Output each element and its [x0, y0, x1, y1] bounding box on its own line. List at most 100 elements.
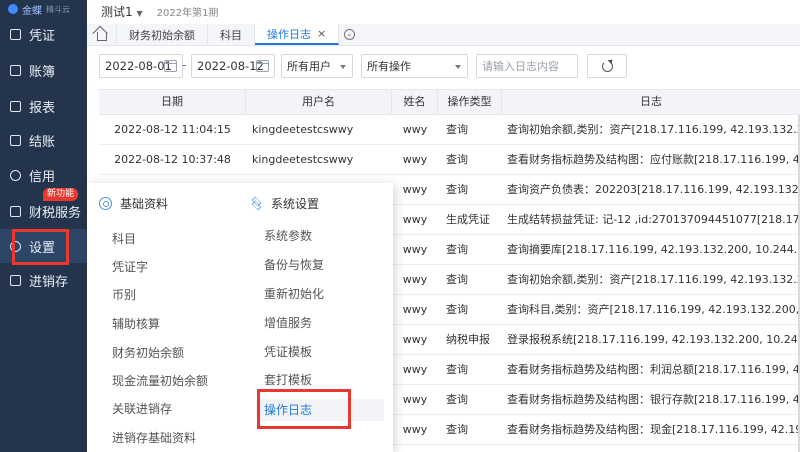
table-cell-name: wwy: [402, 363, 428, 376]
table-row[interactable]: 2022-08-12 11:04:15 kingdeetestcswwy wwy 查询…: [99, 115, 800, 145]
table-cell-name: wwy: [402, 243, 428, 256]
menu-section-title: 系统设置: [271, 196, 320, 211]
calendar-icon[interactable]: [256, 60, 269, 72]
column-header-op-type[interactable]: 操作类型: [438, 90, 502, 116]
table-cell-type: 查询: [446, 303, 468, 316]
sidebar-item-closing[interactable]: 结账: [0, 123, 87, 157]
menu-item-basic-6[interactable]: 关联进销存: [112, 398, 172, 420]
table-cell-log: 查询摘要库[218.17.116.199, 42.193.132.200, 10…: [507, 243, 800, 256]
tab-more-button[interactable]: ⌄: [339, 24, 359, 45]
tab-accounts[interactable]: 科目: [208, 24, 255, 45]
table-cell-name: wwy: [402, 273, 428, 286]
settings-ring-icon: [99, 196, 112, 210]
table-row[interactable]: 2022-08-12 10:37:48 kingdeetestcswwy wwy 查询…: [99, 145, 800, 175]
table-cell-type: 查询: [446, 183, 468, 196]
ledger-icon: [10, 64, 21, 76]
home-icon: [96, 32, 107, 41]
menu-section-system-settings: 系统设置: [250, 192, 319, 214]
table-cell-user: kingdeetestcswwy: [252, 123, 354, 136]
table-cell-name: wwy: [402, 303, 428, 316]
user-select[interactable]: 所有用户: [281, 54, 353, 78]
app-logo[interactable]: 金蝶 精斗云: [0, 0, 87, 18]
settings-highlight-box: [12, 229, 69, 265]
sidebar-item-label: 结账: [29, 134, 56, 150]
table-cell-log: 查看财务指标趋势及结构图：利润总额[218.17.116.199, 42.193…: [507, 363, 800, 376]
chevron-down-icon: ▼: [136, 8, 143, 18]
closing-icon: [10, 134, 21, 146]
menu-item-system-0[interactable]: 系统参数: [264, 225, 312, 247]
sidebar-item-voucher[interactable]: 凭证: [0, 17, 87, 51]
start-date-value: 2022-08-01: [105, 59, 172, 73]
refresh-button[interactable]: [587, 54, 627, 78]
menu-item-basic-5[interactable]: 现金流量初始余额: [112, 370, 208, 392]
table-cell-log: 查看财务指标趋势及结构图：现金[218.17.116.199, 42.193.1…: [507, 423, 800, 436]
close-icon[interactable]: ×: [317, 27, 326, 40]
menu-section-basic-data: 基础资料: [99, 192, 168, 214]
sidebar-item-label: 财税服务: [29, 205, 82, 221]
sidebar-item-label: 进销存: [29, 274, 69, 290]
column-header-name[interactable]: 姓名: [392, 90, 438, 116]
table-cell-name: wwy: [402, 423, 428, 436]
menu-item-basic-4[interactable]: 财务初始余额: [112, 342, 184, 364]
menu-item-system-3[interactable]: 增值服务: [264, 312, 312, 334]
sidebar-item-reports[interactable]: 报表: [0, 89, 87, 123]
log-search-input[interactable]: [476, 54, 578, 78]
menu-item-basic-1[interactable]: 凭证字: [112, 256, 148, 278]
sidebar-item-inventory[interactable]: 进销存: [0, 263, 87, 297]
inventory-icon: [10, 274, 21, 286]
column-header-log[interactable]: 日志: [502, 90, 800, 116]
chevron-down-icon: [455, 65, 461, 69]
tax-service-icon: [10, 205, 21, 217]
menu-item-system-5[interactable]: 套打模板: [264, 369, 312, 391]
table-cell-log: 查询科目,类别：资产[218.17.116.199, 42.193.132.20…: [507, 303, 800, 316]
table-cell-log: 查询初始余额,类别：资产[218.17.116.199, 42.193.132.…: [507, 123, 800, 136]
logo-subtext: 精斗云: [46, 4, 70, 14]
menu-item-system-2[interactable]: 重新初始化: [264, 283, 324, 305]
table-cell-type: 查询: [446, 393, 468, 406]
table-cell-type: 查询: [446, 243, 468, 256]
table-cell-user: kingdeetestcswwy: [252, 153, 354, 166]
table-cell-name: wwy: [402, 333, 428, 346]
table-cell-log: 查看财务指标趋势及结构图：应付账款[218.17.116.199, 42.193…: [507, 153, 800, 166]
accounting-period: 2022年第1期: [156, 7, 219, 19]
start-date-field[interactable]: 2022-08-01: [99, 54, 183, 78]
company-selector[interactable]: 测试1 ▼: [101, 3, 143, 20]
company-name: 测试1: [101, 4, 133, 19]
tab-financial-opening-balance[interactable]: 财务初始余额: [117, 24, 208, 45]
user-select-value: 所有用户: [287, 60, 331, 73]
sidebar-item-credit[interactable]: 信用: [0, 158, 87, 192]
menu-item-basic-3[interactable]: 辅助核算: [112, 313, 160, 335]
layers-icon: [250, 197, 263, 210]
date-range-separator: -: [182, 58, 187, 72]
table-cell-type: 查询: [446, 123, 468, 136]
sidebar: 金蝶 精斗云 凭证 账簿 报表 结账 信用 财税服务 设置 进销存 新功能: [0, 0, 87, 452]
table-cell-log: 查询资产负债表：202203[218.17.116.199, 42.193.13…: [507, 183, 800, 196]
tab-home[interactable]: [87, 24, 117, 45]
sidebar-item-label: 信用: [29, 169, 56, 185]
top-header: 测试1 ▼ 2022年第1期: [87, 0, 800, 22]
column-header-username[interactable]: 用户名: [246, 90, 392, 116]
voucher-icon: [10, 28, 21, 40]
table-cell-log: 查看财务指标趋势及结构图：银行存款[218.17.116.199, 42.193…: [507, 393, 800, 406]
column-header-date[interactable]: 日期: [99, 90, 246, 116]
table-cell-name: wwy: [402, 153, 428, 166]
filter-bar: 2022-08-01 - 2022-08-12 所有用户 所有操作: [87, 54, 800, 78]
menu-item-basic-2[interactable]: 币别: [112, 284, 136, 306]
operation-select-value: 所有操作: [367, 60, 411, 73]
table-cell-name: wwy: [402, 213, 428, 226]
table-cell-type: 查询: [446, 273, 468, 286]
end-date-field[interactable]: 2022-08-12: [191, 54, 275, 78]
sidebar-item-label: 账簿: [29, 64, 56, 80]
menu-item-system-4[interactable]: 凭证模板: [264, 341, 312, 363]
sidebar-item-ledger[interactable]: 账簿: [0, 53, 87, 87]
menu-item-basic-7[interactable]: 进销存基础资料: [112, 427, 196, 449]
tab-operation-log[interactable]: 操作日志 ×: [255, 24, 340, 45]
tab-label: 财务初始余额: [129, 28, 195, 42]
calendar-icon[interactable]: [164, 60, 177, 72]
tab-label: 科目: [220, 28, 242, 42]
menu-item-basic-0[interactable]: 科目: [112, 228, 136, 250]
shield-icon: [10, 169, 21, 181]
operation-select[interactable]: 所有操作: [361, 54, 468, 78]
chevron-down-circle-icon: ⌄: [343, 29, 355, 40]
menu-item-system-1[interactable]: 备份与恢复: [264, 254, 324, 276]
